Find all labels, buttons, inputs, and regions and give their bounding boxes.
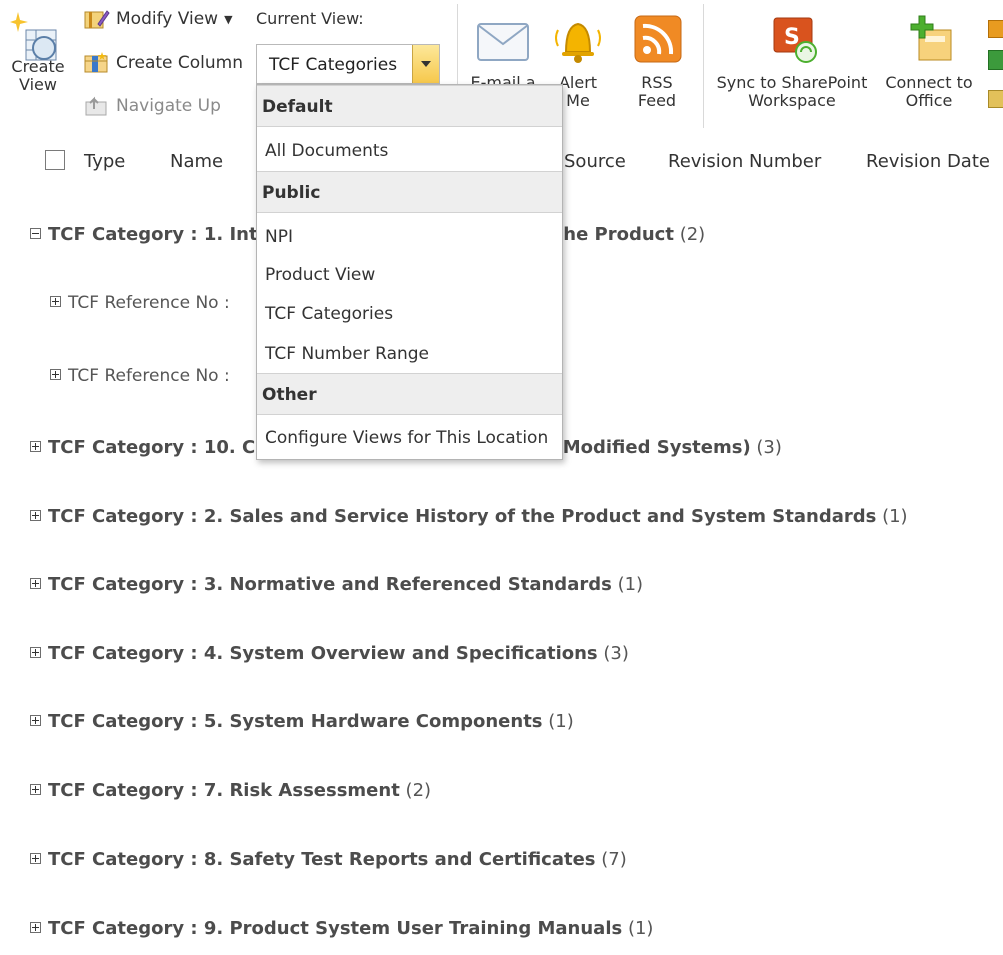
group-header[interactable]: TCF Category : 2. Sales and Service Hist… bbox=[30, 506, 908, 527]
create-view-label: Create View bbox=[11, 57, 65, 94]
document-library-page: Create View Modify View ▼ Create Column … bbox=[0, 0, 1003, 955]
menu-item-tcf-number-range[interactable]: TCF Number Range bbox=[265, 344, 429, 364]
group-prefix: TCF Category : bbox=[48, 849, 204, 870]
create-column-button[interactable]: Create Column bbox=[84, 52, 243, 74]
group-prefix: TCF Category : bbox=[48, 643, 204, 664]
current-view-label: Current View: bbox=[256, 9, 364, 28]
rss-feed-label: RSS Feed bbox=[637, 73, 677, 110]
menu-item-product-view[interactable]: Product View bbox=[265, 265, 375, 285]
create-view-button[interactable]: Create View bbox=[6, 8, 70, 94]
connect-office-icon bbox=[910, 15, 952, 61]
group-count: (2) bbox=[405, 780, 432, 801]
collapse-icon[interactable] bbox=[30, 228, 41, 239]
group-count: (3) bbox=[756, 437, 782, 458]
bell-icon bbox=[555, 22, 601, 63]
expand-icon[interactable] bbox=[30, 510, 41, 521]
connect-office-label: Connect to Office bbox=[885, 73, 973, 110]
sync-sharepoint-label: Sync to SharePoint Workspace bbox=[716, 73, 868, 110]
select-dropdown-button[interactable] bbox=[412, 45, 439, 83]
group-count: (1) bbox=[617, 574, 644, 595]
navigate-up-button[interactable]: Navigate Up bbox=[84, 95, 221, 117]
rss-feed-button[interactable]: RSS Feed bbox=[626, 12, 688, 110]
expand-icon[interactable] bbox=[50, 296, 61, 307]
group-count: (7) bbox=[601, 849, 627, 870]
group-count: (1) bbox=[627, 918, 654, 939]
create-column-icon bbox=[84, 52, 110, 74]
group-title: 9. Product System User Training Manuals bbox=[203, 918, 623, 939]
group-prefix: TCF Category : bbox=[48, 437, 204, 458]
group-count: (1) bbox=[882, 506, 908, 527]
group-title: 4. System Overview and Specifications bbox=[203, 643, 598, 664]
group-title: 2. Sales and Service History of the Prod… bbox=[203, 506, 877, 527]
subgroup-label: TCF Reference No : bbox=[68, 366, 230, 386]
email-icon bbox=[477, 23, 529, 61]
group-header[interactable]: TCF Category : 7. Risk Assessment (2) bbox=[30, 780, 431, 801]
current-view-value: TCF Categories bbox=[269, 55, 398, 75]
ribbon-divider bbox=[703, 4, 704, 128]
expand-icon[interactable] bbox=[30, 578, 41, 589]
menu-item-configure-views[interactable]: Configure Views for This Location bbox=[265, 428, 548, 448]
create-column-label: Create Column bbox=[116, 53, 243, 73]
group-count: (3) bbox=[603, 643, 629, 664]
group-title: 7. Risk Assessment bbox=[203, 780, 400, 801]
current-view-select[interactable]: TCF Categories bbox=[256, 44, 440, 84]
group-prefix: TCF Category : bbox=[48, 506, 204, 527]
subgroup-label: TCF Reference No : bbox=[68, 293, 230, 313]
connect-office-button[interactable]: Connect to Office bbox=[880, 12, 978, 110]
expand-icon[interactable] bbox=[30, 853, 41, 864]
sync-sharepoint-button[interactable]: S Sync to SharePoint Workspace bbox=[712, 12, 872, 110]
menu-section-header: Other bbox=[262, 385, 317, 405]
column-header-source[interactable]: Source bbox=[564, 151, 626, 172]
clipped-icon[interactable] bbox=[988, 90, 1003, 108]
group-prefix: TCF Category : bbox=[48, 711, 204, 732]
group-title: 8. Safety Test Reports and Certificates bbox=[203, 849, 596, 870]
chevron-down-icon: ▼ bbox=[224, 12, 233, 26]
group-header[interactable]: TCF Category : 3. Normative and Referenc… bbox=[30, 574, 643, 595]
expand-icon[interactable] bbox=[30, 784, 41, 795]
sharepoint-sync-icon: S bbox=[773, 17, 817, 63]
subgroup-header[interactable]: TCF Reference No : bbox=[50, 366, 230, 386]
group-prefix: TCF Category : bbox=[48, 918, 204, 939]
expand-icon[interactable] bbox=[30, 647, 41, 658]
modify-view-icon bbox=[84, 8, 110, 30]
expand-icon[interactable] bbox=[30, 922, 41, 933]
menu-item-all-documents[interactable]: All Documents bbox=[265, 141, 388, 161]
menu-item-npi[interactable]: NPI bbox=[265, 227, 293, 247]
expand-icon[interactable] bbox=[30, 715, 41, 726]
subgroup-header[interactable]: TCF Reference No : bbox=[50, 293, 230, 313]
modify-view-button[interactable]: Modify View ▼ bbox=[84, 8, 233, 30]
current-view-dropdown-menu: Default All Documents Public NPI Product… bbox=[256, 84, 563, 460]
column-header-type[interactable]: Type bbox=[84, 151, 125, 172]
expand-icon[interactable] bbox=[30, 441, 41, 452]
menu-section-header: Default bbox=[262, 97, 333, 117]
group-header[interactable]: TCF Category : 8. Safety Test Reports an… bbox=[30, 849, 627, 870]
menu-item-tcf-categories[interactable]: TCF Categories bbox=[265, 304, 393, 324]
group-count: (1) bbox=[548, 711, 574, 732]
group-prefix: TCF Category : bbox=[48, 780, 204, 801]
navigate-up-label: Navigate Up bbox=[116, 96, 221, 116]
excel-icon[interactable] bbox=[988, 50, 1003, 70]
rss-icon bbox=[634, 15, 682, 63]
column-header-revision-number[interactable]: Revision Number bbox=[668, 151, 821, 172]
menu-section-default: Default bbox=[257, 85, 562, 127]
group-prefix: TCF Category : bbox=[48, 224, 204, 245]
group-title: 3. Normative and Referenced Standards bbox=[203, 574, 612, 595]
select-all-checkbox[interactable] bbox=[45, 150, 65, 170]
column-header-name[interactable]: Name bbox=[170, 151, 223, 172]
clipped-icon[interactable] bbox=[988, 20, 1003, 38]
navigate-up-icon bbox=[84, 95, 110, 117]
expand-icon[interactable] bbox=[50, 369, 61, 380]
group-header[interactable]: TCF Category : 5. System Hardware Compon… bbox=[30, 711, 574, 732]
group-title: 5. System Hardware Components bbox=[203, 711, 543, 732]
column-header-revision-date[interactable]: Revision Date bbox=[866, 151, 990, 172]
modify-view-label: Modify View bbox=[116, 9, 219, 29]
menu-section-public: Public bbox=[257, 171, 562, 213]
menu-section-other: Other bbox=[257, 373, 562, 415]
group-header[interactable]: TCF Category : 4. System Overview and Sp… bbox=[30, 643, 629, 664]
group-prefix: TCF Category : bbox=[48, 574, 204, 595]
menu-section-header: Public bbox=[262, 183, 321, 203]
group-count: (2) bbox=[679, 224, 706, 245]
group-header[interactable]: TCF Category : 9. Product System User Tr… bbox=[30, 918, 653, 939]
